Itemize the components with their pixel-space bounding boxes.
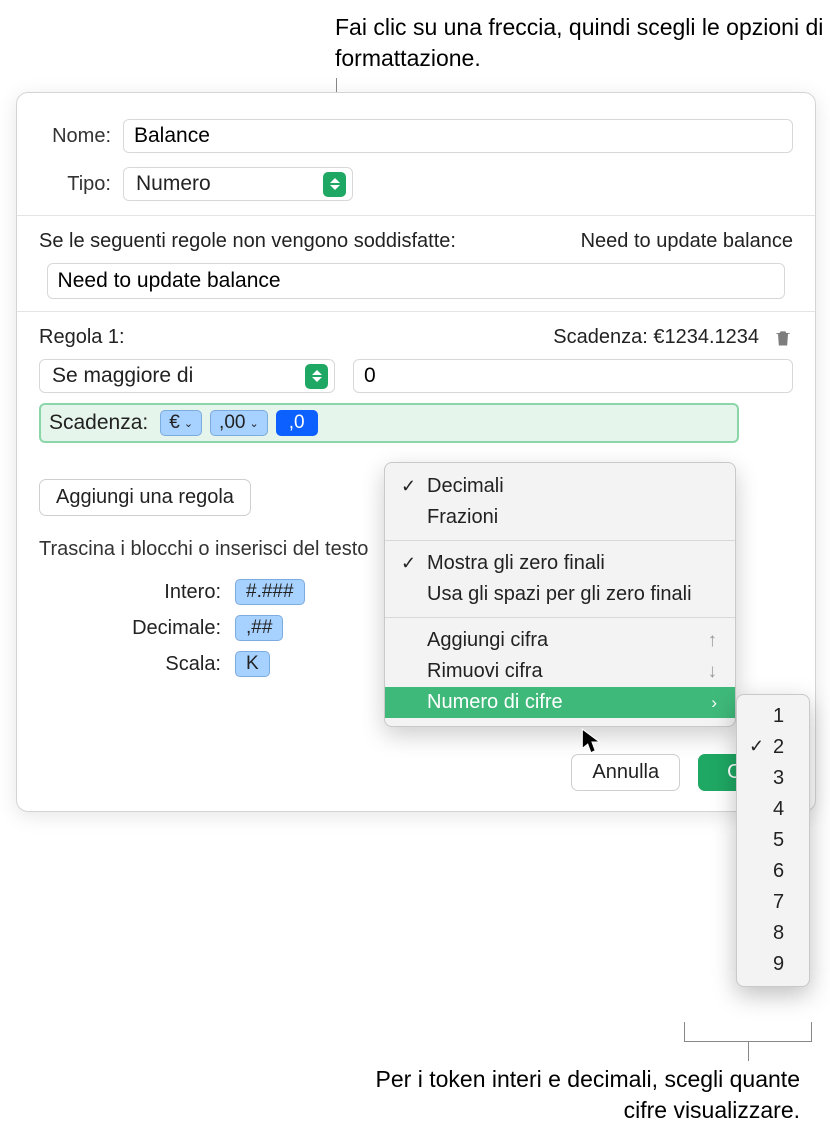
decimale-token[interactable]: ,##: [235, 615, 283, 641]
decimal-sep-token[interactable]: ,00 ⌄: [210, 410, 268, 436]
digit-count-submenu: 1 2 3 4 5 6 7 8 9: [736, 694, 810, 987]
type-select[interactable]: Numero: [123, 167, 353, 201]
stepper-icon: [323, 172, 346, 197]
up-arrow-icon: ↑: [708, 630, 718, 652]
submenu-item-1[interactable]: 1: [737, 701, 809, 732]
decimale-label: Decimale:: [101, 617, 221, 640]
submenu-item-3[interactable]: 3: [737, 763, 809, 794]
menu-item-use-spaces[interactable]: Usa gli spazi per gli zero finali: [385, 579, 735, 610]
add-rule-button[interactable]: Aggiungi una regola: [39, 479, 251, 516]
submenu-item-2[interactable]: 2: [737, 732, 809, 763]
chevron-right-icon: ›: [711, 693, 717, 713]
chevron-down-icon: ⌄: [249, 417, 258, 430]
format-row[interactable]: Scadenza: € ⌄ ,00 ⌄ ,0: [39, 403, 739, 443]
rule1-label: Regola 1:: [39, 326, 125, 349]
rules-intro-input[interactable]: [47, 263, 786, 299]
scala-label: Scala:: [101, 653, 221, 676]
callout-bottom-text: Per i token interi e decimali, scegli qu…: [330, 1064, 800, 1126]
decimal-sep-token-text: ,00: [219, 412, 245, 434]
submenu-item-6[interactable]: 6: [737, 856, 809, 887]
menu-item-frazioni[interactable]: Frazioni: [385, 502, 735, 533]
callout-bottom-bracket: [684, 1022, 812, 1042]
trash-icon[interactable]: [773, 327, 793, 349]
menu-item-digit-count[interactable]: Numero di cifre ›: [385, 687, 735, 718]
menu-item-remove-digit[interactable]: Rimuovi cifra ↓: [385, 656, 735, 687]
scala-token[interactable]: K: [235, 651, 270, 677]
submenu-item-7[interactable]: 7: [737, 887, 809, 918]
cursor-icon: [581, 728, 603, 762]
rules-intro-preview: Need to update balance: [581, 230, 793, 253]
submenu-item-5[interactable]: 5: [737, 825, 809, 856]
type-select-value: Numero: [136, 172, 215, 196]
condition-select-value: Se maggiore di: [52, 364, 197, 388]
name-input[interactable]: [123, 119, 793, 153]
submenu-item-9[interactable]: 9: [737, 949, 809, 980]
type-label: Tipo:: [39, 173, 123, 196]
submenu-item-8[interactable]: 8: [737, 918, 809, 949]
format-label: Scadenza:: [49, 411, 148, 435]
submenu-item-4[interactable]: 4: [737, 794, 809, 825]
format-context-menu: Decimali Frazioni Mostra gli zero finali…: [384, 462, 736, 727]
callout-top-text: Fai clic su una freccia, quindi scegli l…: [335, 12, 830, 74]
menu-item-add-digit[interactable]: Aggiungi cifra ↑: [385, 625, 735, 656]
condition-select[interactable]: Se maggiore di: [39, 359, 335, 393]
menu-item-show-trailing-zeros[interactable]: Mostra gli zero finali: [385, 548, 735, 579]
down-arrow-icon: ↓: [708, 661, 718, 683]
intero-token[interactable]: #.###: [235, 579, 305, 605]
rules-intro-text: Se le seguenti regole non vengono soddis…: [39, 230, 456, 253]
stepper-icon: [305, 364, 328, 389]
selected-token[interactable]: ,0: [276, 410, 318, 436]
currency-token-text: €: [169, 412, 180, 434]
name-label: Nome:: [39, 125, 123, 148]
intero-label: Intero:: [101, 581, 221, 604]
menu-item-decimali[interactable]: Decimali: [385, 471, 735, 502]
chevron-down-icon: ⌄: [184, 417, 193, 430]
condition-value-input[interactable]: [353, 359, 793, 393]
rule1-preview: Scadenza: €1234.1234: [553, 326, 759, 349]
currency-token[interactable]: € ⌄: [160, 410, 202, 436]
